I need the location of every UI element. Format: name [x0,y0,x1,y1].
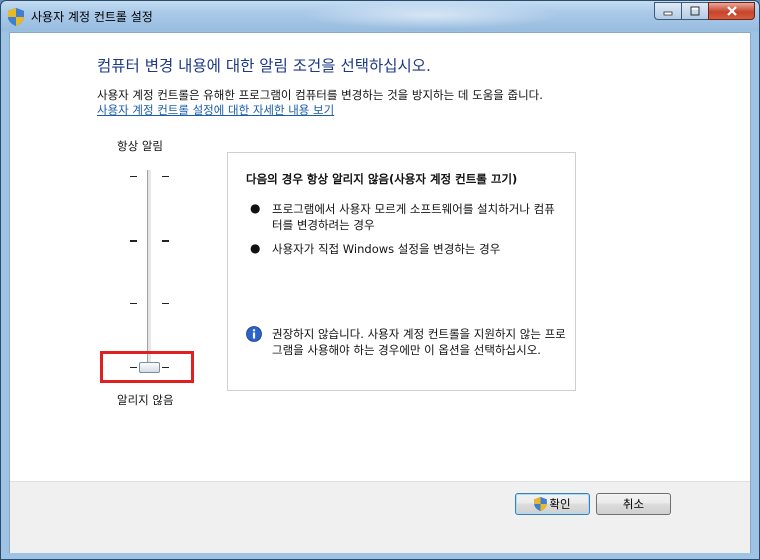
slider-tick [130,176,137,177]
title-bar[interactable]: 사용자 계정 컨트롤 설정 [1,1,759,32]
slider-label-always-notify: 항상 알림 [117,139,163,153]
cancel-button[interactable]: 취소 [596,493,671,515]
uac-shield-icon [534,497,548,511]
bullet-icon: ● [250,201,261,215]
dialog-body: 컴퓨터 변경 내용에 대한 알림 조건을 선택하십시오. 사용자 계정 컨트롤은… [9,32,751,553]
uac-shield-icon [8,8,24,26]
page-heading: 컴퓨터 변경 내용에 대한 알림 조건을 선택하십시오. [97,57,431,75]
minimize-icon [663,11,673,16]
description-text: 사용자 계정 컨트롤은 유해한 프로그램이 컴퓨터를 변경하는 것을 방지하는 … [97,88,543,102]
window-title: 사용자 계정 컨트롤 설정 [31,10,153,24]
cancel-button-label: 취소 [622,497,645,511]
maximize-button[interactable] [681,2,708,20]
title-bar-glow [301,1,561,29]
notification-slider-track[interactable] [147,170,152,372]
info-icon [246,326,262,342]
panel-title: 다음의 경우 항상 알리지 않음(사용자 계정 컨트롤 끄기) [246,172,518,186]
close-icon [726,6,737,16]
panel-bullet-item: 프로그램에서 사용자 모르게 소프트웨어를 설치하거나 컴퓨터를 변경하려는 경… [272,202,555,232]
slider-label-never-notify: 알리지 않음 [117,393,174,407]
bullet-icon: ● [250,241,261,255]
ok-button[interactable]: 확인 [515,493,590,515]
slider-tick [162,176,169,177]
button-bar [10,481,750,553]
maximize-icon [690,6,700,16]
minimize-button[interactable] [654,2,681,20]
slider-tick [130,240,137,242]
setting-description-panel: 다음의 경우 항상 알리지 않음(사용자 계정 컨트롤 끄기) ● 프로그램에서… [227,152,576,391]
recommendation-note: 권장하지 않습니다. 사용자 계정 컨트롤을 지원하지 않는 프로그램을 사용해… [272,327,566,357]
uac-settings-window: 사용자 계정 컨트롤 설정 컴퓨터 변경 내용에 대한 알림 조건을 선택하십시… [0,0,760,560]
window-controls [654,2,755,22]
close-button[interactable] [708,2,755,20]
annotation-highlight-box [100,351,194,383]
learn-more-link[interactable]: 사용자 계정 컨트롤 설정에 대한 자세한 내용 보기 [97,102,334,118]
slider-tick [162,240,169,242]
panel-bullet-item: 사용자가 직접 Windows 설정을 변경하는 경우 [272,242,501,256]
slider-tick [130,303,137,304]
slider-tick [162,303,169,304]
ok-button-label: 확인 [549,497,571,511]
